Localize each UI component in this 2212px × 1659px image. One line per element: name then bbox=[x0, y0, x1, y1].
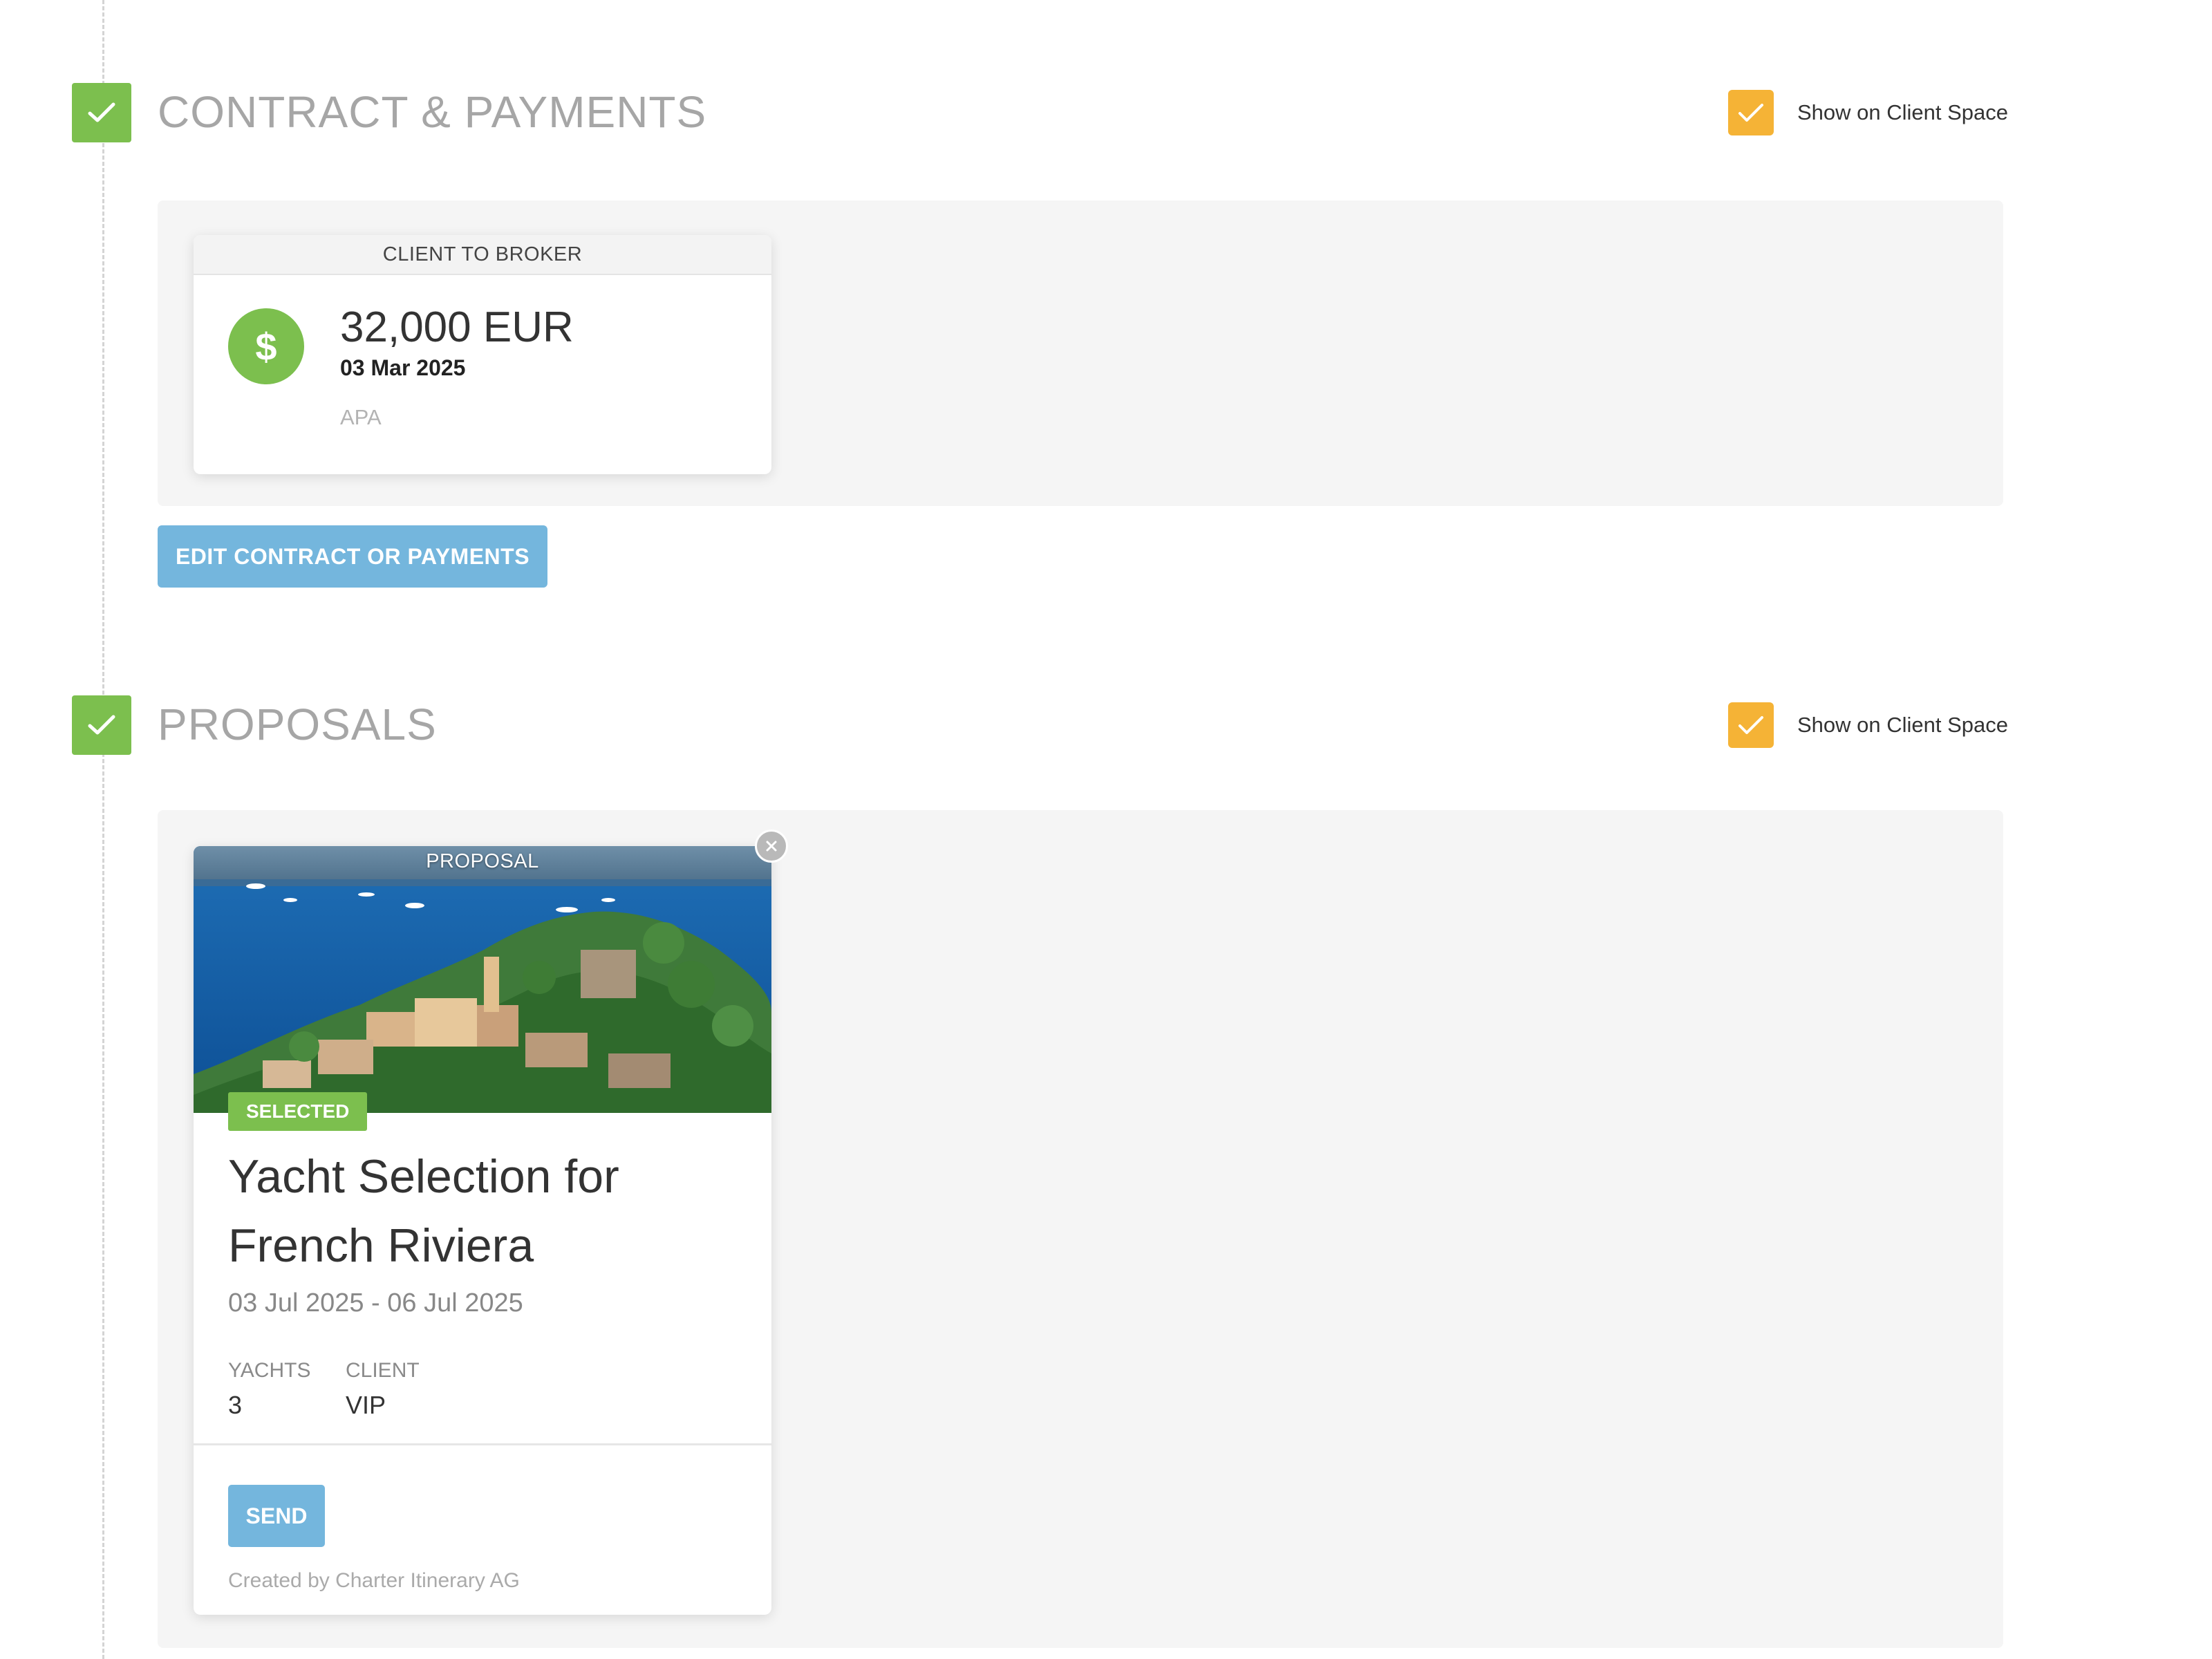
payment-direction-header: CLIENT TO BROKER bbox=[194, 235, 771, 275]
proposal-dates: 03 Jul 2025 - 06 Jul 2025 bbox=[228, 1288, 523, 1318]
payment-amount: 32,000 EUR bbox=[340, 303, 574, 351]
payments-panel: CLIENT TO BROKER $ 32,000 EUR 03 Mar 202… bbox=[158, 200, 2003, 506]
card-divider bbox=[194, 1443, 771, 1445]
show-on-client-space-label: Show on Client Space bbox=[1797, 713, 2009, 737]
checkbox-checked-icon[interactable] bbox=[1728, 702, 1774, 748]
proposal-image-label: PROPOSAL bbox=[426, 850, 539, 872]
yachts-count: 3 bbox=[228, 1391, 243, 1419]
created-by-text: Created by Charter Itinerary AG bbox=[228, 1569, 520, 1592]
edit-contract-or-payments-button[interactable]: EDIT CONTRACT OR PAYMENTS bbox=[158, 525, 547, 588]
proposal-card[interactable]: PROPOSAL SELECTED Yacht Selection for Fr… bbox=[194, 830, 788, 1615]
section-complete-check-icon bbox=[72, 695, 131, 755]
contract-section-title: CONTRACT & PAYMENTS bbox=[158, 87, 707, 137]
proposals-show-on-client-space-toggle[interactable]: Show on Client Space bbox=[1728, 701, 2008, 749]
proposal-cover-image: PROPOSAL bbox=[194, 846, 771, 1113]
show-on-client-space-label: Show on Client Space bbox=[1797, 100, 2009, 124]
client-label: CLIENT bbox=[346, 1359, 420, 1382]
remove-proposal-close-icon[interactable] bbox=[755, 830, 788, 863]
contract-show-on-client-space-toggle[interactable]: Show on Client Space bbox=[1728, 88, 2008, 137]
proposal-title: Yacht Selection for French Riviera bbox=[228, 1150, 619, 1272]
dollar-icon: $ bbox=[228, 308, 304, 384]
payment-card[interactable]: CLIENT TO BROKER $ 32,000 EUR 03 Mar 202… bbox=[194, 235, 771, 474]
payment-type: APA bbox=[340, 405, 382, 429]
proposals-section-title: PROPOSALS bbox=[158, 700, 437, 749]
send-proposal-button[interactable]: SEND bbox=[228, 1485, 325, 1547]
yachts-label: YACHTS bbox=[228, 1359, 311, 1382]
proposals-panel: PROPOSAL SELECTED Yacht Selection for Fr… bbox=[158, 810, 2003, 1648]
selected-status-badge: SELECTED bbox=[228, 1092, 368, 1131]
checkbox-checked-icon[interactable] bbox=[1728, 90, 1774, 135]
section-complete-check-icon bbox=[72, 83, 131, 142]
timeline-line bbox=[102, 0, 104, 1659]
payment-date: 03 Mar 2025 bbox=[340, 355, 466, 380]
client-value: VIP bbox=[346, 1391, 386, 1419]
